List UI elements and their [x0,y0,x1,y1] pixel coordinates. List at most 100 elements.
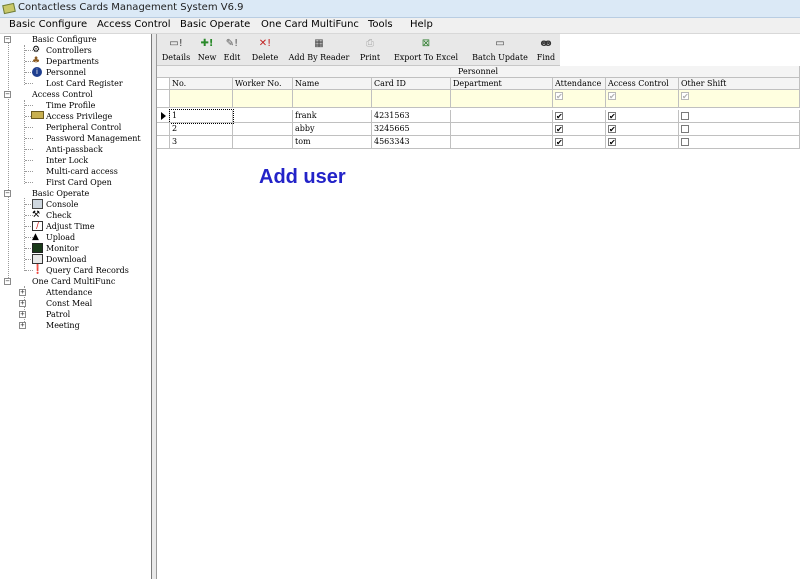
edit-button[interactable]: ✎! Edit [220,34,244,66]
cell-worker-no[interactable] [233,136,293,149]
tree-item-access-privilege[interactable]: Access Privilege [46,111,112,122]
cell-name[interactable]: frank [293,110,372,123]
tree-group-one-card-multifunc[interactable]: One Card MultiFunc [32,276,115,287]
cell-card-id[interactable]: 3245665 [372,123,451,136]
col-header-worker-no[interactable]: Worker No. [233,78,293,90]
tree-item-patrol[interactable]: Patrol [46,309,70,320]
cell-other-shift[interactable] [679,110,800,123]
other-shift-checkbox[interactable] [681,112,689,120]
cell-name[interactable]: abby [293,123,372,136]
tree-group-basic-operate[interactable]: Basic Operate [32,188,89,199]
cell-attendance[interactable]: ✔ [553,123,606,136]
cell-card-id[interactable]: 4563343 [372,136,451,149]
tree-item-time-profile[interactable]: Time Profile [46,100,95,111]
cell-other-shift[interactable] [679,123,800,136]
filter-cell-access-control[interactable]: ✔ [606,90,679,108]
expand-toggle[interactable]: + [19,311,26,318]
cell-attendance[interactable]: ✔ [553,110,606,123]
tree-item-check[interactable]: Check [46,210,71,221]
expand-toggle[interactable]: + [19,289,26,296]
other-shift-checkbox[interactable] [681,125,689,133]
tree-item-peripheral-control[interactable]: Peripheral Control [46,122,121,133]
tree-item-password-management[interactable]: Password Management [46,133,141,144]
menu-basic-configure[interactable]: Basic Configure [9,19,87,30]
cell-department[interactable] [451,123,553,136]
tree-item-meeting[interactable]: Meeting [46,320,80,331]
tree-item-personnel[interactable]: Personnel [46,67,86,78]
filter-attendance-checkbox[interactable]: ✔ [555,92,563,101]
filter-cell-attendance[interactable]: ✔ [553,90,606,108]
cell-no[interactable]: 3 [170,136,233,149]
tree-item-query-card-records[interactable]: Query Card Records [46,265,129,276]
filter-access-control-checkbox[interactable]: ✔ [608,92,616,101]
tree-item-const-meal[interactable]: Const Meal [46,298,92,309]
menu-one-card-multifunc[interactable]: One Card MultiFunc [261,19,359,30]
filter-cell-name[interactable] [293,90,372,108]
find-button[interactable]: ꙭ Find [534,34,558,66]
tree-item-lost-card-register[interactable]: Lost Card Register [46,78,123,89]
collapse-toggle[interactable]: − [4,36,11,43]
tree-item-inter-lock[interactable]: Inter Lock [46,155,88,166]
col-header-card-id[interactable]: Card ID [372,78,451,90]
col-header-department[interactable]: Department [451,78,553,90]
filter-other-shift-checkbox[interactable]: ✔ [681,92,689,101]
delete-button[interactable]: ✕! Delete [247,34,283,66]
access-control-checkbox[interactable]: ✔ [608,125,616,134]
access-control-checkbox[interactable]: ✔ [608,138,616,147]
batch-update-button[interactable]: ▭ Batch Update [469,34,531,66]
attendance-checkbox[interactable]: ✔ [555,138,563,147]
col-header-no[interactable]: No. [170,78,233,90]
tree-item-anti-passback[interactable]: Anti-passback [46,144,103,155]
tree-item-monitor[interactable]: Monitor [46,243,79,254]
collapse-toggle[interactable]: − [4,190,11,197]
cell-access-control[interactable]: ✔ [606,123,679,136]
tree-item-departments[interactable]: Departments [46,56,99,67]
other-shift-checkbox[interactable] [681,138,689,146]
cell-attendance[interactable]: ✔ [553,136,606,149]
filter-cell-no[interactable] [170,90,233,108]
print-button[interactable]: ⎙ Print [356,34,384,66]
export-to-excel-button[interactable]: ⊠ Export To Excel [388,34,464,66]
details-button[interactable]: ▭! Details [158,34,194,66]
tree-item-console[interactable]: Console [46,199,78,210]
col-header-attendance[interactable]: Attendance [553,78,606,90]
tree-group-basic-configure[interactable]: Basic Configure [32,34,97,45]
cell-no[interactable]: 2 [170,123,233,136]
access-control-checkbox[interactable]: ✔ [608,112,616,121]
tree-item-adjust-time[interactable]: Adjust Time [46,221,95,232]
row-selector[interactable] [157,123,170,136]
cell-access-control[interactable]: ✔ [606,136,679,149]
tree-item-first-card-open[interactable]: First Card Open [46,177,112,188]
expand-toggle[interactable]: + [19,300,26,307]
tree-item-attendance[interactable]: Attendance [46,287,92,298]
collapse-toggle[interactable]: − [4,91,11,98]
tree-item-multi-card-access[interactable]: Multi-card access [46,166,118,177]
tree-item-download[interactable]: Download [46,254,87,265]
filter-cell-worker-no[interactable] [233,90,293,108]
col-header-other-shift[interactable]: Other Shift [679,78,800,90]
menu-help[interactable]: Help [410,19,433,30]
filter-cell-card-id[interactable] [372,90,451,108]
row-selector[interactable] [157,110,170,123]
filter-cell-other-shift[interactable]: ✔ [679,90,800,108]
cell-department[interactable] [451,136,553,149]
col-header-name[interactable]: Name [293,78,372,90]
cell-other-shift[interactable] [679,136,800,149]
tree-group-access-control[interactable]: Access Control [32,89,93,100]
cell-department[interactable] [451,110,553,123]
cell-worker-no[interactable] [233,110,293,123]
menu-access-control[interactable]: Access Control [97,19,171,30]
cell-worker-no[interactable] [233,123,293,136]
tree-item-controllers[interactable]: Controllers [46,45,92,56]
collapse-toggle[interactable]: − [4,278,11,285]
add-by-reader-button[interactable]: ▦ Add By Reader [286,34,352,66]
row-selector[interactable] [157,136,170,149]
menu-basic-operate[interactable]: Basic Operate [180,19,250,30]
cell-no[interactable]: 1 [169,109,234,124]
menu-tools[interactable]: Tools [368,19,393,30]
tree-item-upload[interactable]: Upload [46,232,75,243]
expand-toggle[interactable]: + [19,322,26,329]
cell-access-control[interactable]: ✔ [606,110,679,123]
attendance-checkbox[interactable]: ✔ [555,112,563,121]
cell-name[interactable]: tom [293,136,372,149]
